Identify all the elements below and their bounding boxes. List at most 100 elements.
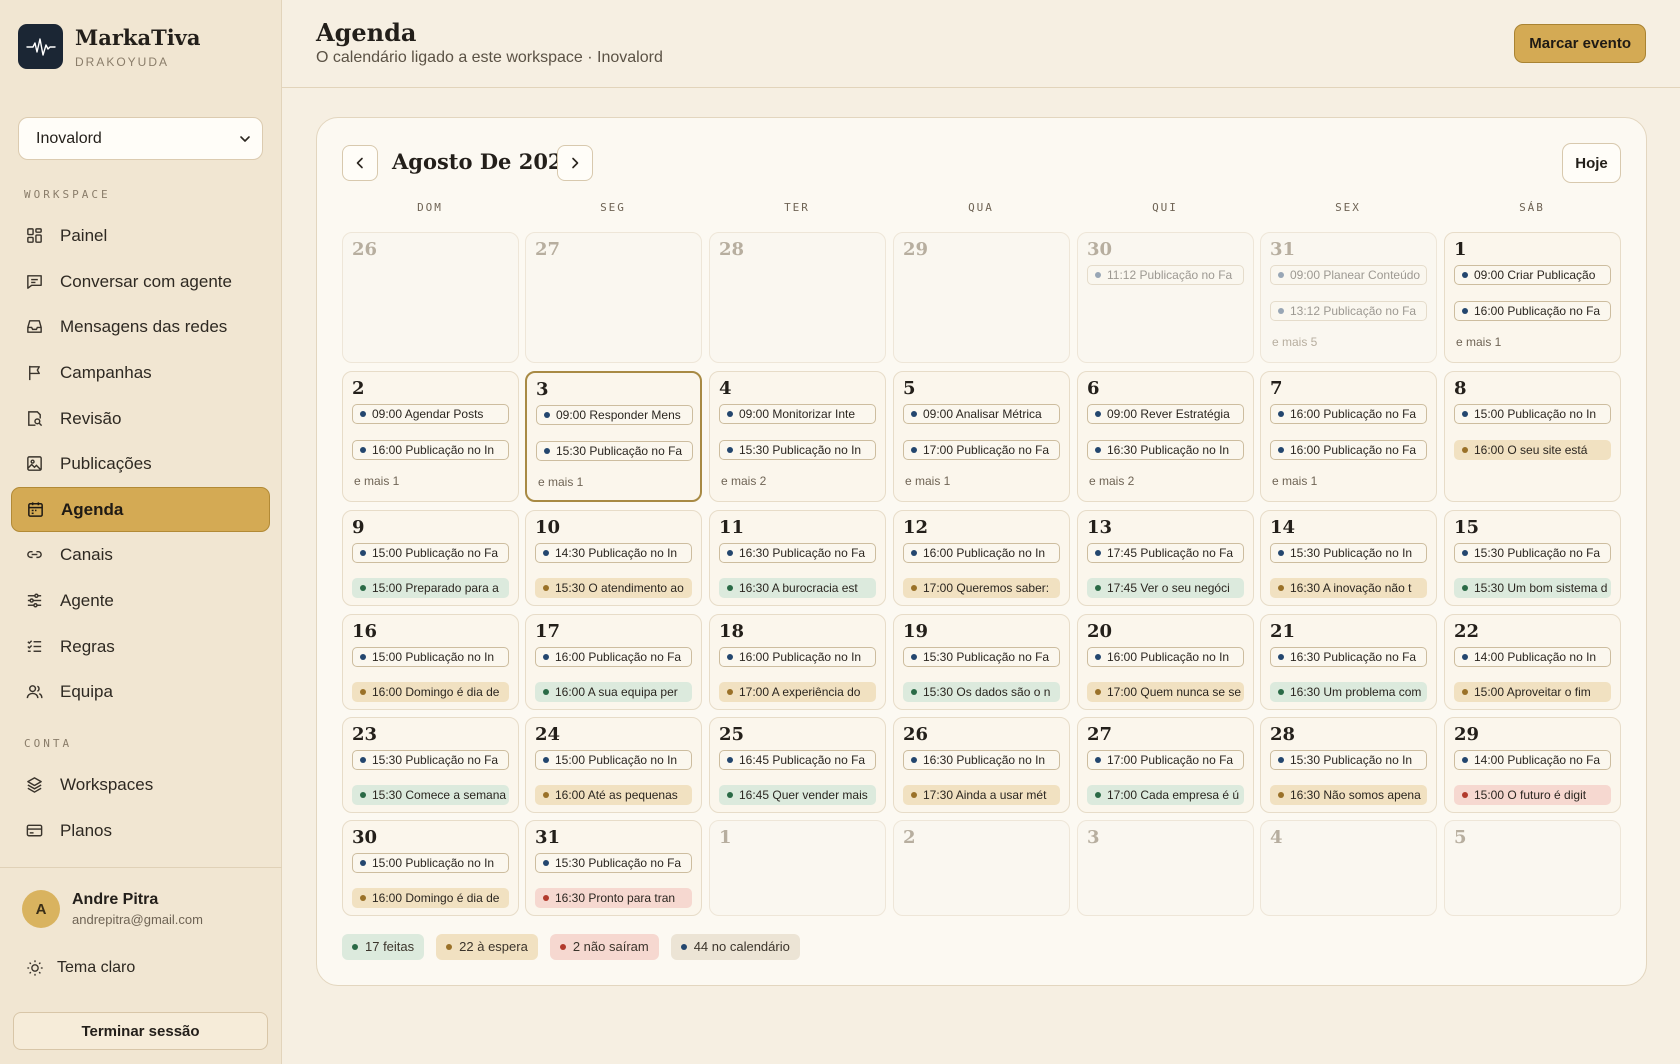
day-cell[interactable]: 18 16:00 Publicação no In 17:00 A experiên… [709,614,886,710]
day-cell[interactable]: 8 15:00 Publicação no In 16:00 O seu site … [1444,371,1621,502]
next-month-button[interactable] [557,145,593,181]
workspace-select[interactable]: Inovalord [18,117,263,160]
calendar-event[interactable]: 15:00 Publicação no In [352,647,509,667]
calendar-event[interactable]: 17:30 Ainda a usar mét [903,785,1060,805]
calendar-event[interactable]: 16:30 Pronto para tran [535,888,692,908]
logout-button[interactable]: Terminar sessão [13,1012,268,1050]
calendar-event[interactable]: 15:30 O atendimento ao [535,578,692,598]
calendar-event[interactable]: 16:00 Domingo é dia de [352,682,509,702]
calendar-event[interactable]: 17:00 Publicação no Fa [903,440,1060,460]
calendar-event[interactable]: 16:30 Não somos apena [1270,785,1427,805]
calendar-event[interactable]: 15:00 Publicação no In [535,750,692,770]
more-events-link[interactable]: e mais 1 [1456,335,1501,349]
calendar-event[interactable]: 15:30 Um bom sistema d [1454,578,1611,598]
calendar-event[interactable]: 13:12 Publicação no Fa [1270,301,1427,321]
day-cell[interactable]: 5 [1444,820,1621,916]
sidebar-item-canais[interactable]: Canais [11,532,270,577]
calendar-event[interactable]: 16:00 Publicação no Fa [1454,301,1611,321]
sidebar-item-conversar[interactable]: Conversar com agente [11,259,270,304]
day-cell[interactable]: 7 16:00 Publicação no Fa 16:00 Publicação … [1260,371,1437,502]
day-cell[interactable]: 20 16:00 Publicação no In 17:00 Quem nunca… [1077,614,1254,710]
add-event-button[interactable]: Marcar evento [1514,24,1646,63]
calendar-event[interactable]: 09:00 Planear Conteúdo [1270,265,1427,285]
calendar-event[interactable]: 17:00 Publicação no Fa [1087,750,1244,770]
day-cell[interactable]: 16 15:00 Publicação no In 16:00 Domingo é … [342,614,519,710]
sidebar-item-agente[interactable]: Agente [11,578,270,623]
calendar-event[interactable]: 09:00 Agendar Posts [352,404,509,424]
more-events-link[interactable]: e mais 5 [1272,335,1317,349]
sidebar-item-mensagens[interactable]: Mensagens das redes [11,304,270,349]
calendar-event[interactable]: 16:30 A burocracia est [719,578,876,598]
calendar-event[interactable]: 15:30 Publicação no Fa [352,750,509,770]
sidebar-item-publicacoes[interactable]: Publicações [11,441,270,486]
day-cell[interactable]: 13 17:45 Publicação no Fa 17:45 Ver o seu … [1077,510,1254,606]
calendar-event[interactable]: 14:00 Publicação no In [1454,647,1611,667]
day-cell[interactable]: 11 16:30 Publicação no Fa 16:30 A burocrac… [709,510,886,606]
calendar-event[interactable]: 15:30 Publicação no Fa [535,853,692,873]
day-cell[interactable]: 17 16:00 Publicação no Fa 16:00 A sua equi… [525,614,702,710]
calendar-event[interactable]: 15:30 Publicação no Fa [903,647,1060,667]
calendar-event[interactable]: 09:00 Criar Publicação [1454,265,1611,285]
day-cell[interactable]: 27 [525,232,702,363]
calendar-event[interactable]: 16:00 A sua equipa per [535,682,692,702]
more-events-link[interactable]: e mais 1 [538,475,583,489]
calendar-event[interactable]: 09:00 Monitorizar Inte [719,404,876,424]
calendar-event[interactable]: 16:00 Publicação no Fa [1270,404,1427,424]
day-cell[interactable]: 6 09:00 Rever Estratégia 16:30 Publicação … [1077,371,1254,502]
calendar-event[interactable]: 15:30 Publicação no Fa [1454,543,1611,563]
day-cell[interactable]: 29 14:00 Publicação no Fa 15:00 O futuro é… [1444,717,1621,813]
sidebar-item-agenda[interactable]: Agenda [11,487,270,532]
day-cell-today[interactable]: 3 09:00 Responder Mens 15:30 Publicação no… [525,371,702,502]
day-cell[interactable]: 5 09:00 Analisar Métrica 17:00 Publicação … [893,371,1070,502]
day-cell[interactable]: 22 14:00 Publicação no In 15:00 Aproveitar… [1444,614,1621,710]
brand[interactable]: MarkaTiva DRAKOYUDA [18,24,201,69]
day-cell[interactable]: 28 15:30 Publicação no In 16:30 Não somos … [1260,717,1437,813]
calendar-event[interactable]: 15:00 Publicação no In [352,853,509,873]
calendar-event[interactable]: 16:30 A inovação não t [1270,578,1427,598]
more-events-link[interactable]: e mais 2 [1089,474,1134,488]
day-cell[interactable]: 31 09:00 Planear Conteúdo 13:12 Publicação… [1260,232,1437,363]
day-cell[interactable]: 31 15:30 Publicação no Fa 16:30 Pronto par… [525,820,702,916]
more-events-link[interactable]: e mais 1 [905,474,950,488]
calendar-event[interactable]: 15:00 Preparado para a [352,578,509,598]
calendar-event[interactable]: 09:00 Analisar Métrica [903,404,1060,424]
calendar-event[interactable]: 16:30 Publicação no Fa [719,543,876,563]
calendar-event[interactable]: 09:00 Responder Mens [536,405,693,425]
day-cell[interactable]: 3 [1077,820,1254,916]
day-cell[interactable]: 9 15:00 Publicação no Fa 15:00 Preparado p… [342,510,519,606]
day-cell[interactable]: 4 [1260,820,1437,916]
day-cell[interactable]: 15 15:30 Publicação no Fa 15:30 Um bom sis… [1444,510,1621,606]
sidebar-item-campanhas[interactable]: Campanhas [11,350,270,395]
sidebar-item-workspaces[interactable]: Workspaces [11,762,270,807]
calendar-event[interactable]: 16:30 Publicação no In [1087,440,1244,460]
calendar-event[interactable]: 16:45 Publicação no Fa [719,750,876,770]
day-cell[interactable]: 26 16:30 Publicação no In 17:30 Ainda a us… [893,717,1070,813]
day-cell[interactable]: 30 15:00 Publicação no In 16:00 Domingo é … [342,820,519,916]
calendar-event[interactable]: 16:00 Publicação no In [719,647,876,667]
calendar-event[interactable]: 15:30 Publicação no Fa [536,441,693,461]
calendar-event[interactable]: 17:00 Quem nunca se se [1087,682,1244,702]
calendar-event[interactable]: 15:30 Publicação no In [1270,750,1427,770]
day-cell[interactable]: 10 14:30 Publicação no In 15:30 O atendime… [525,510,702,606]
day-cell[interactable]: 25 16:45 Publicação no Fa 16:45 Quer vende… [709,717,886,813]
calendar-event[interactable]: 16:00 Domingo é dia de [352,888,509,908]
day-cell[interactable]: 21 16:30 Publicação no Fa 16:30 Um problem… [1260,614,1437,710]
calendar-event[interactable]: 16:30 Publicação no Fa [1270,647,1427,667]
calendar-event[interactable]: 14:30 Publicação no In [535,543,692,563]
calendar-event[interactable]: 16:30 Publicação no In [903,750,1060,770]
sidebar-item-equipa[interactable]: Equipa [11,669,270,714]
day-cell[interactable]: 2 09:00 Agendar Posts 16:00 Publicação no … [342,371,519,502]
calendar-event[interactable]: 15:30 Publicação no In [1270,543,1427,563]
day-cell[interactable]: 27 17:00 Publicação no Fa 17:00 Cada empre… [1077,717,1254,813]
day-cell[interactable]: 1 [709,820,886,916]
calendar-event[interactable]: 17:00 A experiência do [719,682,876,702]
day-cell[interactable]: 24 15:00 Publicação no In 16:00 Até as peq… [525,717,702,813]
calendar-event[interactable]: 15:30 Publicação no In [719,440,876,460]
calendar-event[interactable]: 16:00 Publicação no Fa [1270,440,1427,460]
day-cell[interactable]: 14 15:30 Publicação no In 16:30 A inovação… [1260,510,1437,606]
calendar-event[interactable]: 15:00 Publicação no In [1454,404,1611,424]
calendar-event[interactable]: 17:45 Ver o seu negóci [1087,578,1244,598]
theme-toggle[interactable]: Tema claro [26,959,135,977]
calendar-event[interactable]: 16:00 O seu site está [1454,440,1611,460]
sidebar-item-painel[interactable]: Painel [11,213,270,258]
